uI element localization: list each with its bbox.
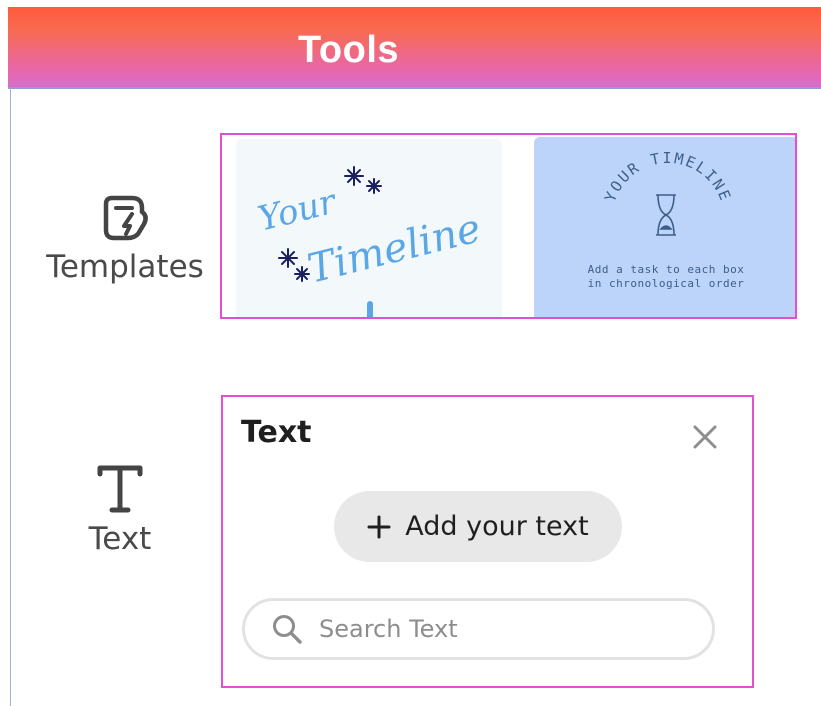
card2-bottom-tab (564, 317, 644, 319)
card1-script-line1: Your (254, 181, 341, 239)
templates-icon (40, 190, 210, 249)
search-icon (273, 615, 302, 644)
text-panel-title: Text (241, 415, 312, 450)
card2-arc-title: YOUR TIMELINE (601, 149, 733, 204)
text-label: Text (88, 521, 152, 557)
templates-panel: Your Timeline YOUR TIMELINE Add a task t… (220, 133, 797, 319)
header-title: Tools (298, 29, 400, 71)
search-text-field[interactable] (242, 598, 715, 660)
template-card-1-artwork: Your Timeline (254, 166, 485, 317)
card2-subtitle-line2: in chronological order (587, 277, 745, 290)
plus-icon (367, 515, 391, 538)
text-t-icon (60, 460, 180, 521)
left-divider (10, 88, 11, 706)
card2-subtitle-line1: Add a task to each box (587, 263, 745, 276)
tools-header: Tools (8, 7, 821, 89)
add-your-text-button[interactable]: Add your text (334, 491, 622, 562)
text-panel: Text Add your text (221, 395, 754, 688)
add-your-text-label: Add your text (405, 511, 589, 542)
template-card-your-timeline-script[interactable]: Your Timeline (236, 139, 502, 317)
template-card-your-timeline-hourglass[interactable]: YOUR TIMELINE Add a task to each box in … (534, 137, 795, 319)
tool-templates[interactable]: Templates (40, 190, 210, 285)
close-button[interactable] (691, 423, 719, 451)
close-icon (693, 425, 717, 449)
tool-text[interactable]: Text (60, 460, 180, 557)
search-text-input[interactable] (317, 614, 681, 644)
hourglass-icon (656, 194, 676, 236)
svg-text:YOUR TIMELINE: YOUR TIMELINE (601, 149, 735, 204)
templates-label: Templates (46, 249, 204, 285)
